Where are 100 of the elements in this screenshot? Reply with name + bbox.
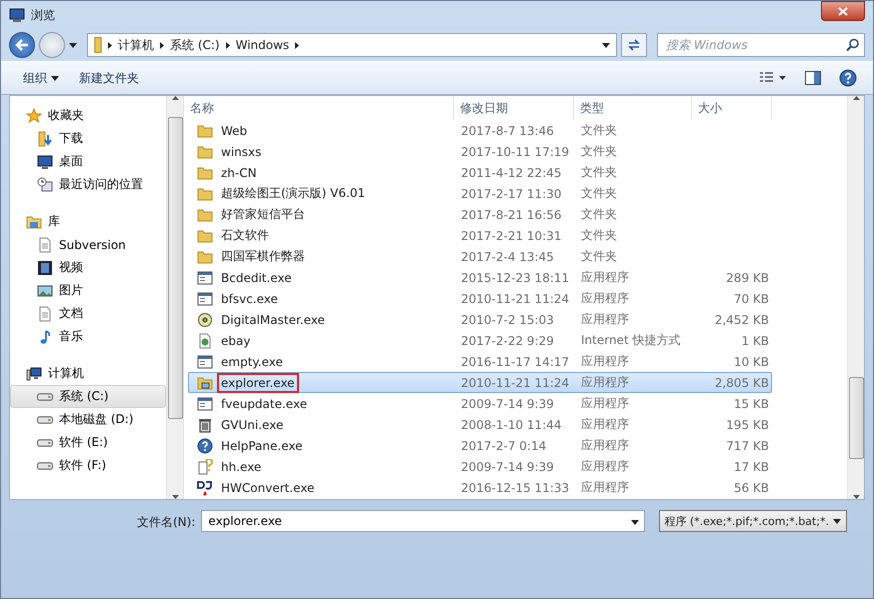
- dropdown-arrow-icon: [602, 42, 610, 48]
- sidebar-item[interactable]: 软件 (F:): [10, 454, 166, 477]
- scroll-thumb[interactable]: [168, 116, 182, 418]
- computer-icon: [26, 366, 42, 382]
- clock-window-icon: [37, 176, 53, 192]
- file-row[interactable]: GVUni.exe 2008-1-10 11:44 应用程序 195 KB: [188, 414, 772, 435]
- file-row[interactable]: 超级绘图王(演示版) V6.01 2017-2-17 11:30 文件夹: [188, 183, 772, 204]
- type-cell-text: 应用程序: [580, 395, 630, 412]
- date-cell-text: 2017-8-21 16:56: [460, 208, 562, 222]
- sidebar-item[interactable]: 视频: [10, 256, 166, 279]
- sidebar-item[interactable]: 系统 (C:): [10, 385, 166, 408]
- type-cell-text: 应用程序: [580, 374, 630, 391]
- window-title: 浏览: [31, 6, 55, 24]
- file-name: 好管家短信平台: [220, 206, 306, 223]
- dropdown-arrow-icon: [51, 76, 59, 80]
- file-row[interactable]: zh-CN 2011-4-12 22:45 文件夹: [188, 162, 772, 183]
- disc-icon: [197, 312, 213, 328]
- file-name: HWConvert.exe: [220, 480, 316, 496]
- view-list-icon[interactable]: [759, 71, 787, 85]
- sidebar-group[interactable]: 库: [10, 210, 166, 233]
- file-name: Bcdedit.exe: [220, 270, 293, 286]
- breadcrumb[interactable]: Windows: [236, 38, 290, 52]
- column-header[interactable]: 修改日期: [454, 96, 574, 120]
- folder-icon: [197, 186, 213, 202]
- date-cell-text: 2009-7-14 9:39: [460, 396, 555, 410]
- scrollbar[interactable]: [847, 96, 864, 499]
- file-row[interactable]: 四国军棋作弊器 2017-2-4 13:45 文件夹: [188, 246, 772, 267]
- filename-label: 文件名(N):: [137, 514, 196, 531]
- search-icon: [846, 38, 859, 52]
- file-row[interactable]: explorer.exe 2010-11-21 11:24 应用程序 2,805 KB: [188, 372, 772, 393]
- date-cell-text: 2010-11-21 11:24: [460, 376, 570, 390]
- sidebar-item[interactable]: 本地磁盘 (D:): [10, 408, 166, 431]
- file-row[interactable]: hh.exe 2009-7-14 9:39 应用程序 17 KB: [188, 456, 772, 477]
- type-cell-text: 文件夹: [580, 206, 618, 223]
- sidebar-item[interactable]: 图片: [10, 279, 166, 302]
- sidebar-item[interactable]: 下载: [10, 127, 166, 150]
- chevron-right-icon: [108, 42, 112, 48]
- file-row[interactable]: DigitalMaster.exe 2010-7-2 15:03 应用程序 2,452 KB: [188, 309, 772, 330]
- window-icon: [197, 270, 213, 286]
- organize-menu-button[interactable]: 组织: [17, 66, 65, 90]
- library-folder-icon: [26, 214, 42, 230]
- new-folder-button[interactable]: 新建文件夹: [73, 66, 145, 90]
- sidebar-item[interactable]: Subversion: [10, 233, 166, 256]
- sidebar-item[interactable]: 最近访问的位置: [10, 173, 166, 196]
- column-header[interactable]: 大小: [692, 96, 772, 120]
- type-cell-text: 应用程序: [580, 311, 630, 328]
- scroll-thumb[interactable]: [848, 376, 864, 458]
- file-row[interactable]: 石文软件 2017-2-21 10:31 文件夹: [188, 225, 772, 246]
- sidebar-group[interactable]: 计算机: [10, 362, 166, 385]
- sidebar-item[interactable]: 音乐: [10, 325, 166, 348]
- file-name: fveupdate.exe: [220, 396, 308, 412]
- file-name: winsxs: [220, 144, 262, 160]
- file-name: empty.exe: [220, 354, 284, 370]
- drive-icon: [37, 392, 53, 400]
- preview-pane-icon[interactable]: [805, 71, 821, 85]
- file-row[interactable]: 好管家短信平台 2017-8-21 16:56 文件夹: [188, 204, 772, 225]
- sidebar-group[interactable]: 收藏夹: [10, 104, 166, 127]
- dropdown-arrow-icon: [69, 42, 77, 48]
- file-row[interactable]: empty.exe 2016-11-17 14:17 应用程序 10 KB: [188, 351, 772, 372]
- column-header[interactable]: 类型: [574, 96, 692, 120]
- file-name: 石文软件: [220, 227, 270, 244]
- file-type-dropdown[interactable]: 程序 (*.exe;*.pif;*.com;*.bat;*.: [659, 510, 848, 532]
- close-button[interactable]: [821, 1, 865, 21]
- file-row[interactable]: Web 2017-8-7 13:46 文件夹: [188, 120, 772, 141]
- refresh-button[interactable]: [621, 33, 647, 57]
- file-name: zh-CN: [220, 164, 258, 182]
- type-cell-text: 应用程序: [580, 416, 630, 433]
- sidebar-item[interactable]: 软件 (E:): [10, 431, 166, 454]
- date-cell-text: 2017-2-17 11:30: [460, 186, 562, 200]
- help-icon[interactable]: [839, 69, 857, 87]
- page-e-icon: [197, 332, 213, 348]
- address-bar[interactable]: 计算机 系统 (C:) Windows: [87, 33, 617, 57]
- chevron-right-icon: [160, 42, 164, 48]
- file-row[interactable]: HWConvert.exe 2016-12-15 11:33 应用程序 56 KB: [188, 477, 772, 498]
- scrollbar[interactable]: [166, 96, 183, 499]
- file-row[interactable]: ebay 2017-2-22 9:29 Internet 快捷方式 1 KB: [188, 330, 772, 351]
- file-row[interactable]: HelpPane.exe 2017-2-7 0:14 应用程序 717 KB: [188, 435, 772, 456]
- size-cell-text: 10 KB: [732, 354, 769, 368]
- file-row[interactable]: fveupdate.exe 2009-7-14 9:39 应用程序 15 KB: [188, 393, 772, 414]
- chevron-right-icon: [295, 42, 300, 48]
- sidebar-item[interactable]: 文档: [10, 302, 166, 325]
- file-row[interactable]: winsxs 2017-10-11 17:19 文件夹: [188, 141, 772, 162]
- size-cell-text: 1 KB: [740, 334, 769, 348]
- type-cell-text: 文件夹: [580, 185, 618, 202]
- file-name: 超级绘图王(演示版) V6.01: [220, 185, 366, 202]
- breadcrumb[interactable]: 系统 (C:): [170, 36, 220, 54]
- date-cell-text: 2015-12-23 18:11: [460, 270, 570, 284]
- back-button[interactable]: [9, 32, 35, 58]
- date-cell-text: 2008-1-10 11:44: [460, 418, 562, 432]
- scroll-down-icon[interactable]: [852, 495, 860, 499]
- file-row[interactable]: Bcdedit.exe 2015-12-23 18:11 应用程序 289 KB: [188, 267, 772, 288]
- scroll-down-icon[interactable]: [172, 495, 178, 499]
- breadcrumb[interactable]: 计算机: [118, 36, 154, 54]
- file-row[interactable]: bfsvc.exe 2010-11-21 11:24 应用程序 70 KB: [188, 288, 772, 309]
- type-cell-text: 应用程序: [580, 458, 630, 475]
- sidebar-item[interactable]: 桌面: [10, 150, 166, 173]
- column-header[interactable]: 名称: [184, 96, 454, 120]
- filename-field[interactable]: explorer.exe: [201, 510, 646, 532]
- search-field[interactable]: 搜索 Windows: [657, 33, 865, 57]
- document-icon: [37, 306, 53, 322]
